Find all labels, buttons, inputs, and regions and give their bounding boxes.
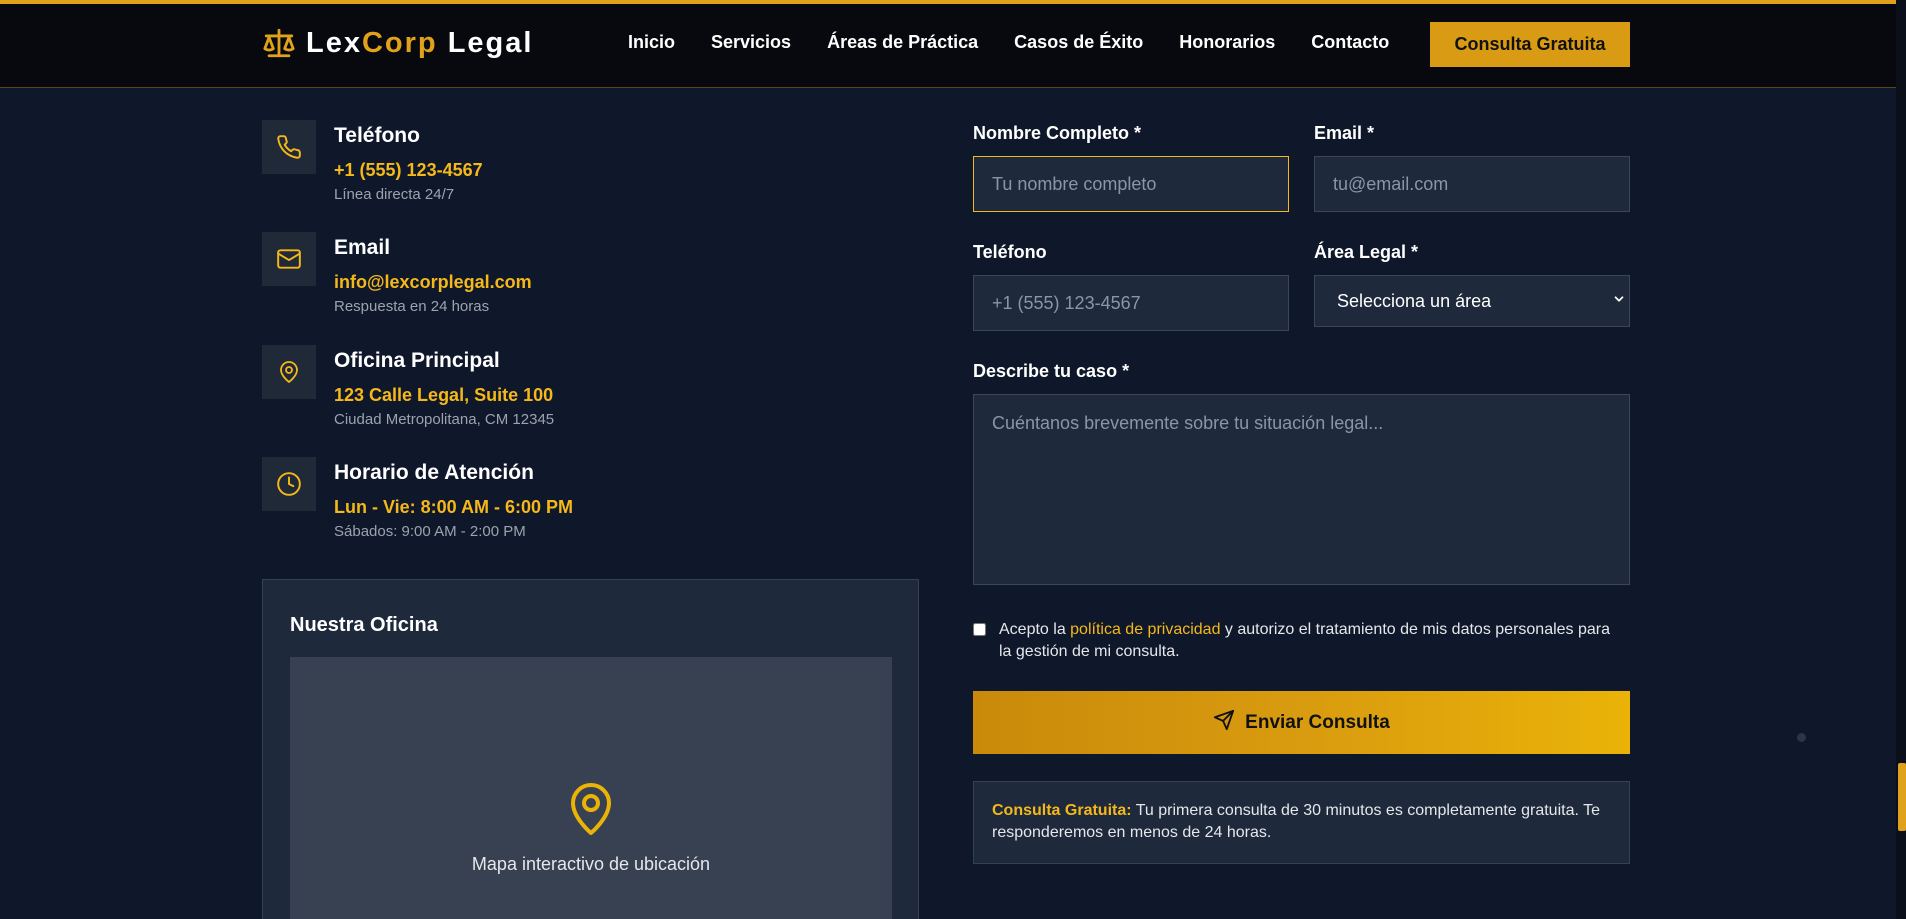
brand-logo[interactable]: LexCorp Legal (262, 26, 533, 60)
notice-strong: Consulta Gratuita: (992, 802, 1132, 819)
contact-item-hours: Horario de Atención Lun - Vie: 8:00 AM -… (262, 457, 573, 540)
full-name-input[interactable] (973, 156, 1289, 212)
phone-link[interactable]: +1 (555) 123-4567 (334, 160, 483, 181)
email-label: Email * (1314, 123, 1375, 143)
contact-note: Ciudad Metropolitana, CM 12345 (334, 411, 555, 428)
office-card: Nuestra Oficina Mapa interactivo de ubic… (262, 579, 919, 919)
phone-input[interactable] (973, 275, 1289, 331)
consent-text: Acepto la política de privacidad y autor… (999, 621, 1611, 660)
office-map[interactable]: Mapa interactivo de ubicación (290, 657, 892, 919)
nav-link-honorarios[interactable]: Honorarios (1179, 32, 1275, 53)
contact-title: Email (334, 236, 391, 259)
privacy-consent: Acepto la política de privacidad y autor… (973, 619, 1613, 663)
address-value: 123 Calle Legal, Suite 100 (334, 385, 554, 405)
map-label: Mapa interactivo de ubicación (471, 854, 711, 874)
office-title: Nuestra Oficina (290, 614, 438, 636)
contact-item-phone: Teléfono +1 (555) 123-4567 Línea directa… (262, 120, 483, 203)
nav-link-casos[interactable]: Casos de Éxito (1014, 32, 1143, 53)
contact-title: Teléfono (334, 124, 420, 147)
free-consultation-notice: Consulta Gratuita: Tu primera consulta d… (973, 781, 1630, 864)
map-pin-icon (567, 781, 615, 837)
contact-title: Oficina Principal (334, 349, 500, 372)
legal-area-select[interactable]: Selecciona un área (1314, 275, 1630, 327)
email-link[interactable]: info@lexcorplegal.com (334, 272, 532, 293)
scrollbar-thumb[interactable] (1898, 763, 1906, 831)
main-nav: Inicio Servicios Áreas de Práctica Casos… (628, 32, 1389, 53)
map-pin-icon (262, 345, 316, 399)
contact-title: Horario de Atención (334, 461, 534, 484)
clock-icon (262, 457, 316, 511)
send-consultation-button[interactable]: Enviar Consulta (973, 691, 1630, 754)
mail-icon (262, 232, 316, 286)
email-field[interactable] (1314, 156, 1630, 212)
navbar: LexCorp Legal Inicio Servicios Áreas de … (0, 4, 1896, 88)
contact-item-office: Oficina Principal 123 Calle Legal, Suite… (262, 345, 554, 428)
case-label: Describe tu caso * (973, 361, 1130, 381)
nav-link-areas[interactable]: Áreas de Práctica (827, 32, 978, 53)
contact-item-email: Email info@lexcorplegal.com Respuesta en… (262, 232, 532, 315)
name-label: Nombre Completo * (973, 123, 1142, 143)
case-description-textarea[interactable] (973, 394, 1630, 585)
contact-note: Línea directa 24/7 (334, 186, 455, 203)
legal-area-label: Área Legal * (1314, 242, 1419, 262)
send-icon (1213, 709, 1235, 737)
nav-link-contacto[interactable]: Contacto (1311, 32, 1389, 53)
nav-link-inicio[interactable]: Inicio (628, 32, 675, 53)
nav-link-servicios[interactable]: Servicios (711, 32, 791, 53)
send-button-label: Enviar Consulta (1245, 711, 1390, 733)
scales-icon (262, 26, 296, 60)
free-consultation-button[interactable]: Consulta Gratuita (1430, 22, 1630, 67)
phone-icon (262, 120, 316, 174)
contact-note: Respuesta en 24 horas (334, 298, 490, 315)
brand-name: LexCorp Legal (306, 26, 534, 59)
privacy-policy-link[interactable]: política de privacidad (1070, 621, 1220, 638)
phone-label: Teléfono (973, 242, 1047, 262)
contact-note: Sábados: 9:00 AM - 2:00 PM (334, 523, 526, 540)
floating-dot (1797, 733, 1806, 742)
hours-value: Lun - Vie: 8:00 AM - 6:00 PM (334, 497, 574, 517)
privacy-checkbox[interactable] (973, 623, 986, 636)
